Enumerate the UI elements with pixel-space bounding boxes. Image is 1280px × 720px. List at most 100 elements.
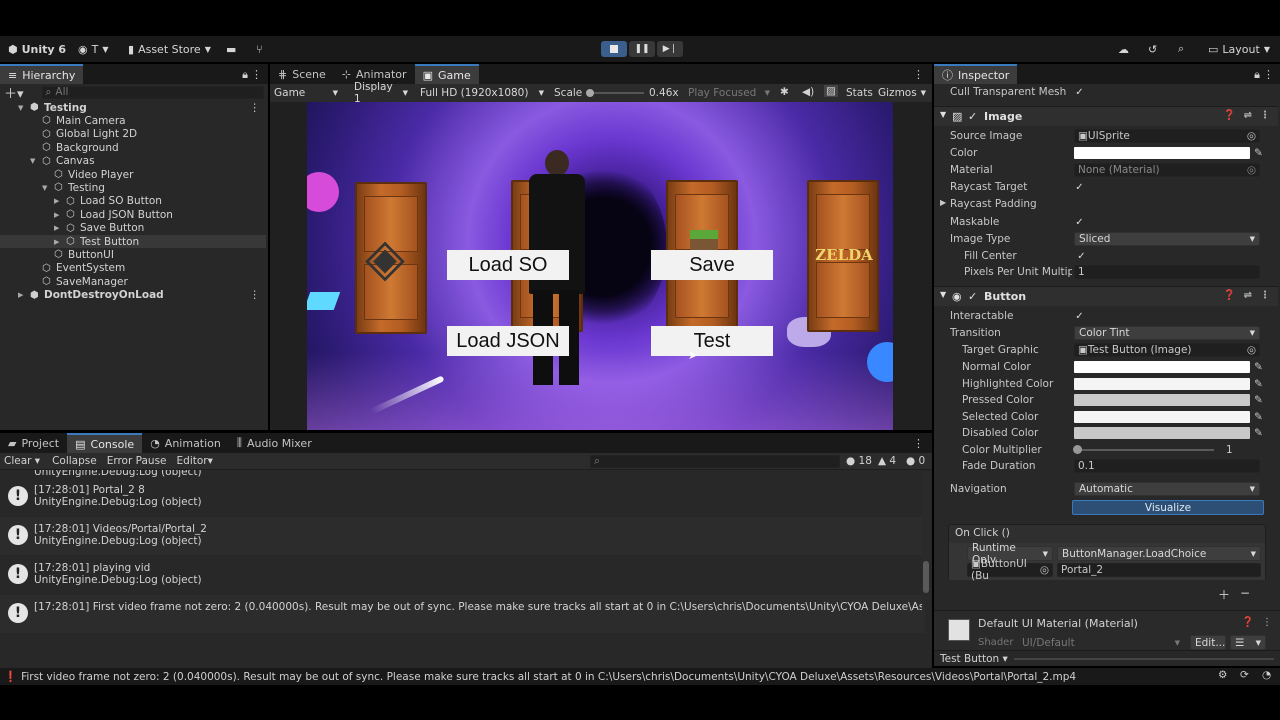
cloud-icon[interactable]: ☁ [1118, 36, 1129, 62]
hierarchy-item[interactable]: ▶ ⬡ Load SO Button [0, 195, 266, 208]
help-icon[interactable]: ❓ [1223, 290, 1235, 301]
play-button[interactable] [601, 41, 627, 57]
selected-color-swatch[interactable] [1074, 410, 1250, 423]
image-type-dropdown[interactable]: Sliced ▼ [1074, 232, 1260, 246]
lock-icon[interactable]: 🔒︎ [1254, 68, 1260, 82]
chevron-right-icon[interactable]: ▶ [54, 211, 59, 219]
version-control-icon[interactable]: ⑂ [256, 36, 263, 62]
gizmos-dropdown[interactable]: Gizmos ▼ [874, 85, 930, 100]
console-entry[interactable]: ! [17:28:01] First video frame not zero: … [0, 595, 925, 633]
target-object-field[interactable]: ▣ButtonUI (Bu ◎ [967, 558, 1053, 582]
hierarchy-item[interactable]: ⬡ EventSystem [0, 262, 266, 275]
highlighted-color-swatch[interactable] [1074, 377, 1250, 390]
stats-button[interactable]: Stats [846, 87, 873, 99]
view-dropdown[interactable]: Game ▼ [270, 85, 342, 100]
warning-count-toggle[interactable]: ▲ 4 [878, 455, 896, 467]
error-pause-toggle[interactable]: Error Pause [107, 455, 167, 467]
image-enabled-checkbox[interactable]: ✓ [968, 110, 977, 123]
hierarchy-scene[interactable]: ▶ ⬢ DontDestroyOnLoad ⋮ [0, 289, 266, 302]
eyedropper-icon[interactable]: ✎ [1254, 147, 1263, 159]
console-scrollbar-thumb[interactable] [923, 561, 929, 593]
presets-icon[interactable]: ⇌ [1244, 290, 1252, 301]
account-dropdown[interactable]: ◉ T ▼ [78, 36, 109, 62]
door-unity[interactable]: ◈ [355, 182, 427, 334]
chevron-right-icon[interactable]: ▶ [54, 224, 59, 232]
error-count-toggle[interactable]: ● 0 [906, 455, 925, 467]
eyedropper-icon[interactable]: ✎ [1254, 411, 1263, 423]
resolution-dropdown[interactable]: Full HD (1920x1080) ▼ [416, 85, 548, 100]
package-icon[interactable]: ▬ [226, 36, 236, 62]
collapse-toggle[interactable]: Collapse [52, 455, 97, 467]
more-icon[interactable]: ⋮ [1262, 617, 1272, 628]
hierarchy-item[interactable]: ▶ ⬡ Save Button [0, 222, 266, 235]
lock-icon[interactable]: 🔒︎ [242, 68, 248, 82]
more-icon[interactable]: ⋮ [913, 68, 924, 81]
door-zelda[interactable]: ZELDA [807, 180, 879, 332]
speaker-icon[interactable]: ◀) [802, 86, 814, 98]
hierarchy-search-input[interactable]: ⌕ All [41, 85, 264, 99]
unity-menu[interactable]: ⬢ Unity 6 [8, 36, 66, 62]
button-component-header[interactable]: ▼ ◉ ✓ Button ❓ ⇌ ⋮ [934, 286, 1278, 306]
shader-options-button[interactable]: ☰ ▼ [1230, 635, 1266, 650]
image-component-header[interactable]: ▼ ▨ ✓ Image ❓ ⇌ ⋮ [934, 106, 1278, 126]
hierarchy-item[interactable]: ▼ ⬡ Testing [0, 181, 266, 194]
hierarchy-item[interactable]: ⬡ SaveManager [0, 275, 266, 288]
button-enabled-checkbox[interactable]: ✓ [968, 290, 977, 303]
selected-object-dropdown[interactable]: Test Button ▾ [940, 653, 1008, 665]
progress-icon[interactable]: ◔ [1262, 669, 1271, 681]
hierarchy-item[interactable]: ▼ ⬡ Canvas [0, 155, 266, 168]
bug-icon[interactable]: ✱ [780, 86, 789, 98]
tab-scene[interactable]: ⋕ Scene [270, 64, 334, 84]
tab-audio-mixer[interactable]: ⫼ Audio Mixer [229, 433, 320, 453]
log-count-toggle[interactable]: ● 18 [846, 455, 872, 467]
ppu-field[interactable]: 1 [1074, 265, 1260, 279]
color-multiplier-handle[interactable] [1073, 445, 1082, 454]
pressed-color-swatch[interactable] [1074, 394, 1250, 407]
hierarchy-item[interactable]: ⬡ Video Player [0, 168, 266, 181]
hierarchy-item[interactable]: ⬡ Global Light 2D [0, 128, 266, 141]
source-image-field[interactable]: ▣UISprite ◎ [1074, 129, 1260, 143]
maskable-checkbox[interactable]: ✓ [1074, 215, 1085, 229]
function-dropdown[interactable]: ButtonManager.LoadChoice ▼ [1057, 546, 1261, 561]
material-field[interactable]: None (Material) ◎ [1074, 163, 1260, 177]
more-icon[interactable]: ⋮ [251, 68, 262, 81]
eyedropper-icon[interactable]: ✎ [1254, 427, 1263, 439]
eyedropper-icon[interactable]: ✎ [1254, 378, 1263, 390]
disabled-color-swatch[interactable] [1074, 427, 1250, 440]
more-icon[interactable]: ⋮ [250, 289, 261, 301]
chevron-down-icon[interactable]: ▼ [18, 104, 23, 112]
layout-dropdown[interactable]: ▭ Layout ▼ [1208, 36, 1270, 62]
hierarchy-item[interactable]: ⬡ Background [0, 141, 266, 154]
play-focused-dropdown[interactable]: Play Focused ▼ [684, 85, 774, 100]
footer-resize-handle[interactable] [1013, 657, 1274, 660]
chevron-right-icon[interactable]: ▶ [54, 238, 59, 246]
interactable-checkbox[interactable]: ✓ [1074, 309, 1085, 323]
cull-transparent-checkbox[interactable]: ✓ [1074, 85, 1085, 99]
target-icon[interactable]: ◎ [1247, 130, 1256, 142]
aspect-icon[interactable]: ▨ [824, 85, 838, 97]
more-icon[interactable]: ⋮ [1260, 110, 1270, 121]
more-icon[interactable]: ⋮ [250, 102, 261, 114]
remove-listener-button[interactable]: − [1240, 586, 1250, 600]
hierarchy-scene[interactable]: ▼ ⬢ Testing ⋮ [0, 101, 266, 114]
tab-project[interactable]: ▰ Project [0, 433, 67, 453]
target-graphic-field[interactable]: ▣Test Button (Image) ◎ [1074, 343, 1260, 357]
pause-button[interactable]: ❚❚ [629, 41, 655, 57]
chevron-down-icon[interactable]: ▼ [30, 157, 35, 165]
display-dropdown[interactable]: Display 1 ▼ [350, 81, 412, 105]
search-icon[interactable]: ⌕ [1178, 36, 1184, 62]
editor-dropdown[interactable]: Editor▾ [177, 455, 213, 467]
tab-hierarchy[interactable]: ≡ Hierarchy [0, 64, 84, 84]
visualize-button[interactable]: Visualize [1072, 500, 1264, 515]
step-button[interactable]: ▶❘ [657, 41, 683, 57]
hierarchy-item[interactable]: ▶ ⬡ Test Button [0, 235, 266, 248]
add-listener-button[interactable]: ＋ [1218, 586, 1230, 603]
target-icon[interactable]: ◎ [1247, 164, 1256, 176]
navigation-dropdown[interactable]: Automatic ▼ [1074, 482, 1260, 496]
presets-icon[interactable]: ⇌ [1244, 110, 1252, 121]
argument-field[interactable]: Portal_2 [1057, 563, 1261, 577]
hierarchy-item[interactable]: ⬡ ButtonUI [0, 248, 266, 261]
console-scrollbar[interactable] [922, 473, 930, 603]
load-json-button[interactable]: Load JSON [447, 326, 569, 356]
tab-animation[interactable]: ◔ Animation [142, 433, 229, 453]
